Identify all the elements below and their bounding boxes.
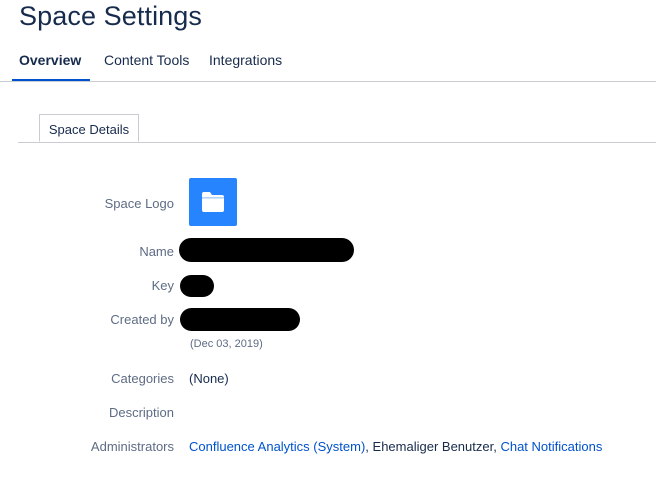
admin-link-confluence-analytics[interactable]: Confluence Analytics (System) — [189, 439, 365, 454]
administrators-label: Administrators — [90, 439, 174, 454]
tab-content-tools[interactable]: Content Tools — [104, 52, 189, 81]
admin-link-chat-notifications[interactable]: Chat Notifications — [500, 439, 602, 454]
page-title: Space Settings — [19, 1, 203, 31]
tab-space-details[interactable]: Space Details — [39, 114, 139, 142]
folder-icon — [202, 192, 224, 212]
key-label: Key — [151, 278, 174, 293]
administrators-list: Confluence Analytics (System), Ehemalige… — [189, 439, 602, 454]
name-label: Name — [139, 244, 174, 259]
categories-value: (None) — [189, 371, 229, 386]
key-redaction — [180, 275, 214, 297]
tab-overview[interactable]: Overview — [11, 52, 91, 82]
space-settings-tabs: Overview Content Tools Integrations — [0, 44, 656, 82]
created-by-label: Created by — [110, 312, 174, 327]
space-details-tabs: Space Details — [18, 114, 656, 143]
created-date: (Dec 03, 2019) — [190, 338, 263, 350]
tabs-divider — [0, 81, 656, 82]
description-label: Description — [108, 405, 174, 420]
tab-integrations[interactable]: Integrations — [209, 52, 282, 81]
admin-separator: , — [365, 439, 373, 454]
space-logo-label: Space Logo — [104, 196, 174, 211]
admin-former-user: Ehemaliger Benutzer — [372, 439, 494, 454]
creator-redaction — [180, 308, 300, 331]
name-redaction — [179, 238, 354, 262]
space-logo[interactable] — [189, 178, 237, 226]
categories-label: Categories — [111, 371, 174, 386]
